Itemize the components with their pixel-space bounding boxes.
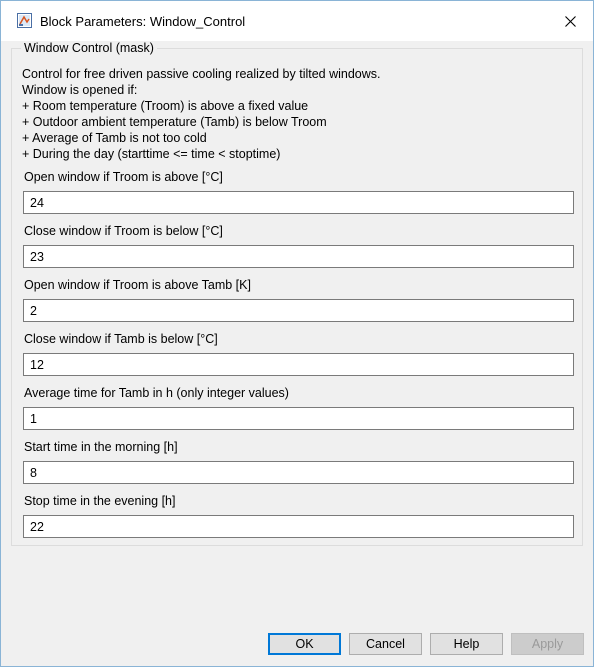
apply-button[interactable]: Apply — [511, 633, 584, 655]
start-time-field[interactable] — [23, 461, 574, 484]
description-line: + Average of Tamb is not too cold — [22, 131, 207, 145]
description-line: + Outdoor ambient temperature (Tamb) is … — [22, 115, 327, 129]
window-title: Block Parameters: Window_Control — [40, 14, 246, 29]
description-line: + During the day (starttime <= time < st… — [22, 147, 281, 161]
close-icon — [564, 15, 576, 27]
average-time-label: Average time for Tamb in h (only integer… — [24, 386, 289, 400]
description-line: + Room temperature (Troom) is above a fi… — [22, 99, 309, 113]
help-button[interactable]: Help — [430, 633, 503, 655]
start-time-label: Start time in the morning [h] — [24, 440, 178, 454]
dialog-window: Block Parameters: Window_Control Window … — [0, 0, 594, 667]
close-troom-below-field[interactable] — [23, 245, 574, 268]
cancel-button[interactable]: Cancel — [349, 633, 422, 655]
close-troom-below-label: Close window if Troom is below [°C] — [24, 224, 223, 238]
open-troom-above-tamb-field[interactable] — [23, 299, 574, 322]
stop-time-label: Stop time in the evening [h] — [24, 494, 176, 508]
title-bar[interactable]: Block Parameters: Window_Control — [1, 1, 593, 41]
open-troom-above-label: Open window if Troom is above [°C] — [24, 170, 223, 184]
description-line: Window is opened if: — [22, 83, 138, 97]
close-tamb-below-label: Close window if Tamb is below [°C] — [24, 332, 218, 346]
open-troom-above-field[interactable] — [23, 191, 574, 214]
open-troom-above-tamb-label: Open window if Troom is above Tamb [K] — [24, 278, 251, 292]
close-tamb-below-field[interactable] — [23, 353, 574, 376]
stop-time-field[interactable] — [23, 515, 574, 538]
description-line: Control for free driven passive cooling … — [22, 67, 381, 81]
average-time-field[interactable] — [23, 407, 574, 430]
mask-description: Control for free driven passive cooling … — [22, 66, 381, 162]
group-label: Window Control (mask) — [21, 41, 157, 55]
simulink-block-icon — [17, 13, 32, 28]
close-button[interactable] — [547, 1, 593, 41]
ok-button[interactable]: OK — [268, 633, 341, 655]
